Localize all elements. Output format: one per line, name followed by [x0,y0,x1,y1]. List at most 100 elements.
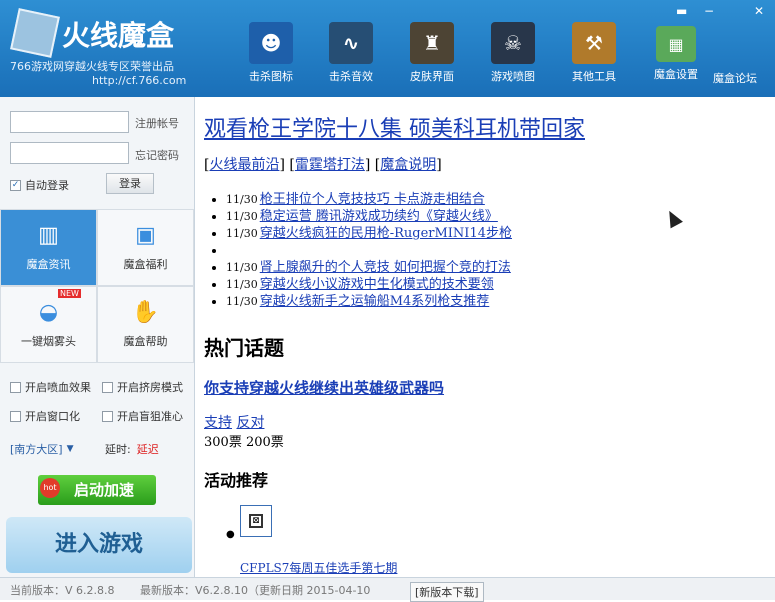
app-subtitle: 766游戏网穿越火线专区荣誉出品 [10,60,174,73]
headline-link[interactable]: 观看枪王学院十八集 硕美科耳机带回家 [204,111,585,143]
activity-image[interactable]: ⊠ [240,505,272,537]
tool-spray[interactable]: ☠ 游戏喷图 [478,22,548,84]
settings-grid-icon: ▦ [656,26,696,62]
helmet-icon: ◒ [38,300,59,325]
mouse-cursor-icon [663,207,683,229]
option-label: 开启挤房模式 [117,381,183,394]
news-date: 11/30 [226,295,258,308]
skin-icon: ♜ [410,22,454,64]
poll-support-link[interactable]: 支持 [204,415,232,431]
forum-link[interactable]: 魔盒论坛 [700,70,770,86]
enter-game-button[interactable]: 进入游戏 [6,517,192,573]
poll-question-link[interactable]: 你支持穿越火线继续出英雄级武器吗 [204,377,444,398]
list-item: 11/30稳定运营 腾讯游戏成功续约《穿越火线》 [226,208,512,225]
tile-smoke[interactable]: NEW ◒ 一键烟雾头 [0,286,97,363]
minimize-icon[interactable]: − [704,4,714,18]
news-date: 11/30 [226,193,258,206]
app-logo-icon [10,8,60,58]
account-input[interactable] [10,111,129,133]
checkbox-checked-icon: ✓ [10,179,21,191]
option-crosshair[interactable]: 开启盲狙准心 [102,408,183,424]
app-title: 火线魔盒 [62,19,175,52]
news-link[interactable]: 穿越火线新手之运输船M4系列枪支推荐 [260,294,490,309]
kill-icon: ☻ [249,22,293,64]
image-placeholder-icon: ⊠ [249,514,263,528]
news-content: 观看枪王学院十八集 硕美科耳机带回家 [火线最前沿] [雷霆塔打法] [魔盒说明… [196,97,775,577]
news-list: 11/30枪王排位个人竞技技巧 卡点游走相结合 11/30稳定运营 腾讯游戏成功… [226,191,512,310]
hot-topics-title: 热门话题 [204,336,284,360]
menu-icon[interactable]: ▬ [676,4,687,18]
gift-icon: ▣ [135,223,156,248]
auto-login-checkbox[interactable]: ✓ 自动登录 [10,177,69,193]
checkbox-icon [10,410,21,422]
status-bar: 当前版本：V 6.2.8.8 最新版本：V6.2.8.10（更新日期 2015-… [0,577,775,602]
new-badge: NEW [58,289,81,298]
forgot-password-link[interactable]: 忘记密码 [135,147,179,163]
list-item: 11/30穿越火线疯狂的民用枪-RugerMINI14步枪 [226,225,512,242]
tile-news[interactable]: ▥ 魔盒资讯 [0,209,97,286]
region-value: [南方大区] [10,443,63,456]
news-link[interactable]: 稳定运营 腾讯游戏成功续约《穿越火线》 [260,209,498,224]
spray-icon: ☠ [491,22,535,64]
tool-other[interactable]: ⚒ 其他工具 [559,22,629,84]
option-label: 开启喷血效果 [25,381,91,394]
latency-value: 延迟 [136,443,159,456]
tabs-row: [火线最前沿] [雷霆塔打法] [魔盒说明] [204,157,442,173]
tile-label: 魔盒福利 [123,258,168,271]
news-date: 11/30 [226,210,258,223]
checkbox-icon [10,381,21,393]
latency: 延时: 延迟 [105,441,159,457]
tool-kill-sound[interactable]: ∿ 击杀音效 [316,22,386,84]
hot-badge: hot [40,478,60,498]
title-bar: 火线魔盒 766游戏网穿越火线专区荣誉出品 http://cf.766.com … [0,0,775,97]
news-link[interactable]: 枪王排位个人竞技技巧 卡点游走相结合 [260,192,485,207]
tool-kill-icon[interactable]: ☻ 击杀图标 [236,22,306,84]
tool-skin[interactable]: ♜ 皮肤界面 [397,22,467,84]
news-date: 11/30 [226,278,258,291]
list-item: 11/30枪王排位个人竞技技巧 卡点游走相结合 [226,191,512,208]
password-input[interactable] [10,142,129,164]
activity-link[interactable]: CFPLS7每周五佳选手第七期 [240,559,397,576]
tool-label: 游戏喷图 [491,70,535,83]
option-blood[interactable]: 开启喷血效果 [10,379,91,395]
register-link[interactable]: 注册帐号 [135,115,179,131]
tile-help[interactable]: ✋ 魔盒帮助 [97,286,194,363]
bullet-icon: ● [226,529,235,540]
tool-label: 皮肤界面 [410,70,454,83]
accelerate-label: 启动加速 [73,481,134,499]
tab-frontline[interactable]: 火线最前沿 [209,157,279,173]
hand-icon: ✋ [131,300,160,325]
checkbox-icon [102,381,113,393]
tab-box-guide[interactable]: 魔盒说明 [380,157,436,173]
option-label: 开启盲狙准心 [117,410,183,423]
login-button[interactable]: 登录 [106,173,154,194]
left-panel: 注册帐号 忘记密码 ✓ 自动登录 登录 ▥ 魔盒资讯 ▣ 魔盒福利 NEW ◒ … [0,97,195,577]
app-url: http://cf.766.com [92,74,187,87]
poll-options: 支持 反对 [204,412,264,432]
news-link[interactable]: 穿越火线疯狂的民用枪-RugerMINI14步枪 [260,226,512,241]
tile-welfare[interactable]: ▣ 魔盒福利 [97,209,194,286]
close-icon[interactable]: ✕ [754,4,764,18]
poll-oppose-link[interactable]: 反对 [236,415,264,431]
checkbox-icon [102,410,113,422]
latest-version: 最新版本：V6.2.8.10（更新日期 2015-04-10 [140,584,371,597]
option-window[interactable]: 开启窗口化 [10,408,80,424]
list-item: 11/30穿越火线新手之运输船M4系列枪支推荐 [226,293,512,310]
region-select[interactable]: [南方大区] ▼ [10,441,74,457]
option-label: 开启窗口化 [25,410,80,423]
tool-label: 击杀音效 [329,70,373,83]
poll-counts: 300票 200票 [204,435,284,450]
tile-label: 魔盒资讯 [26,258,71,271]
list-item: 11/30肾上腺飙升的个人竞技 如何把握个竞的打法 [226,259,512,276]
auto-login-label: 自动登录 [25,179,69,192]
tab-thunder-tower[interactable]: 雷霆塔打法 [295,157,365,173]
list-item [226,242,512,259]
latency-label: 延时: [105,443,131,456]
news-link[interactable]: 穿越火线小议游戏中生化模式的技术要领 [260,277,494,292]
activity-title: 活动推荐 [204,471,269,490]
news-link[interactable]: 肾上腺飙升的个人竞技 如何把握个竞的打法 [260,260,511,275]
download-new-version-button[interactable]: [新版本下载] [410,582,484,602]
sound-wave-icon: ∿ [329,22,373,64]
tile-label: 魔盒帮助 [123,335,168,348]
option-room[interactable]: 开启挤房模式 [102,379,183,395]
